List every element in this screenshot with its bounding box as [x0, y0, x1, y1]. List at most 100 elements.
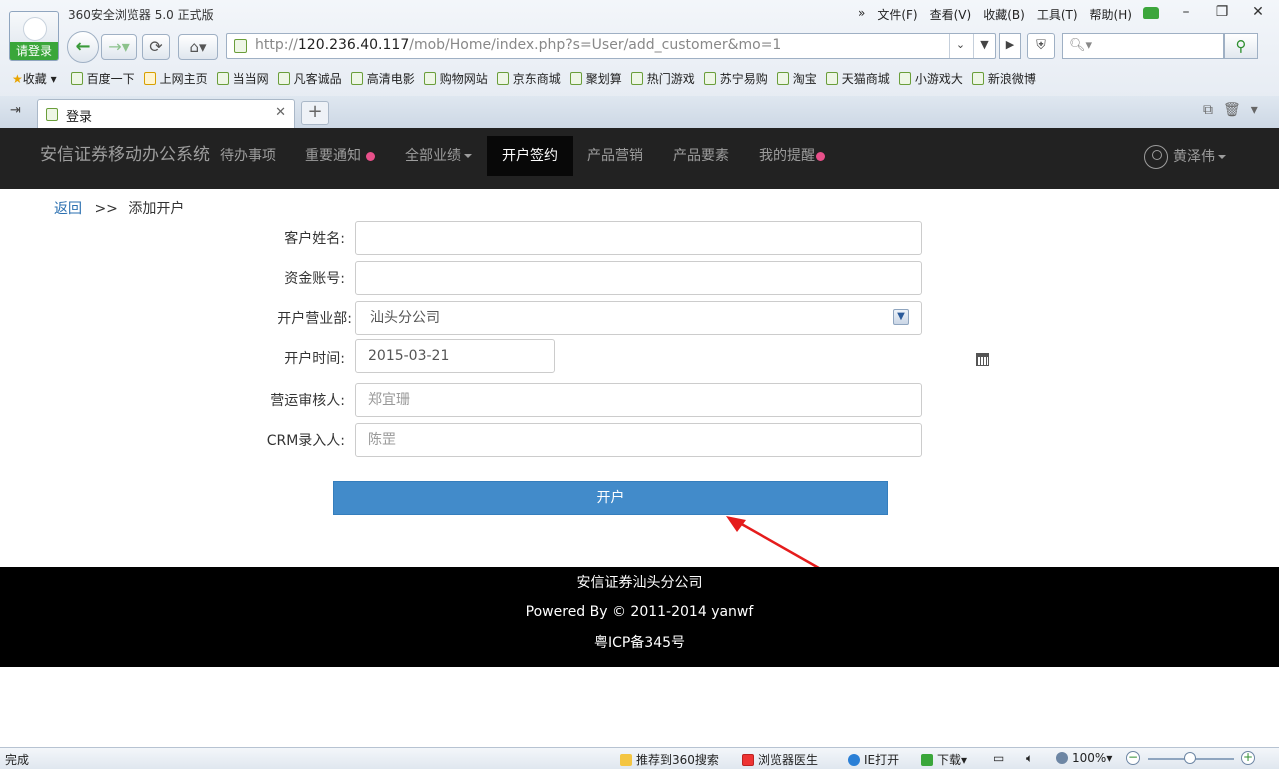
ie-page-icon — [703, 72, 716, 85]
thumb-icon — [620, 753, 632, 766]
bookmark-item[interactable]: 天猫商城 — [825, 70, 890, 87]
ie-page-icon — [971, 72, 984, 85]
address-bar[interactable]: http://120.236.40.117/mob/Home/index.php… — [226, 33, 996, 59]
screen-icon[interactable]: ▭ — [993, 751, 1004, 765]
zoom-level[interactable]: 100% ▾ — [1056, 751, 1112, 765]
bookmark-item[interactable]: 京东商城 — [496, 70, 561, 87]
zoom-out-icon[interactable]: − — [1126, 751, 1140, 765]
address-history-icon[interactable]: ⌄ — [949, 34, 971, 58]
user-menu[interactable]: 黄泽伟 — [1144, 143, 1226, 171]
trash-icon[interactable]: 🗑︎▾ — [1223, 102, 1268, 118]
fund-account-input[interactable] — [355, 261, 922, 295]
downloads[interactable]: 下载 ▾ — [921, 751, 967, 768]
crm-entry-input[interactable]: 陈罡 — [355, 423, 922, 457]
search-button[interactable]: ⚲ — [1224, 33, 1258, 59]
customer-name-input[interactable] — [355, 221, 922, 255]
home-button[interactable]: ⌂▾ — [178, 34, 218, 60]
user-name: 黄泽伟 — [1173, 149, 1215, 165]
login-badge[interactable]: 请登录 — [10, 42, 58, 60]
home-icon: ⌂▾ — [189, 38, 207, 56]
status-text: 完成 — [5, 753, 30, 767]
menu-view[interactable]: 查看(V) — [930, 6, 972, 23]
bookmark-item[interactable]: 购物网站 — [423, 70, 488, 87]
nav-account-opening[interactable]: 开户签约 — [487, 136, 573, 176]
forward-button[interactable]: →▾ — [101, 34, 137, 60]
browser-doctor[interactable]: 浏览器医生 — [742, 751, 818, 768]
open-date-label: 开户时间: — [284, 351, 345, 367]
restore-icon[interactable]: ❐ — [1204, 2, 1240, 24]
open-date-input[interactable]: 2015-03-21 — [355, 339, 555, 373]
back-button[interactable]: ← — [67, 31, 99, 63]
bookmark-item[interactable]: 凡客诚品 — [277, 70, 342, 87]
security-shield-icon[interactable]: ⛨ — [1027, 33, 1055, 59]
menu-help[interactable]: 帮助(H) — [1090, 6, 1132, 23]
footer-powered: Powered By © 2011-2014 yanwf — [525, 604, 754, 620]
ie-page-icon — [423, 72, 436, 85]
ie-page-icon — [496, 72, 509, 85]
sidebar-toggle-icon[interactable]: ⇥ — [10, 103, 21, 118]
menu-file[interactable]: 文件(F) — [877, 6, 917, 23]
open-account-button[interactable]: 开户 — [333, 481, 888, 515]
url-text[interactable]: http://120.236.40.117/mob/Home/index.php… — [255, 37, 781, 53]
zoom-in-icon[interactable]: + — [1241, 751, 1255, 765]
medkit-icon — [742, 753, 754, 766]
ie-page-icon — [898, 72, 911, 85]
bookmark-item[interactable]: 小游戏大 — [898, 70, 963, 87]
minimize-icon[interactable]: – — [1168, 2, 1204, 24]
user-avatar[interactable]: 请登录 — [9, 11, 59, 61]
nav-product-marketing[interactable]: 产品营销 — [587, 136, 643, 176]
branch-select[interactable]: 汕头分公司 ▼ — [355, 301, 922, 335]
tab-login[interactable]: 登录 ✕ — [37, 99, 295, 128]
bookmark-item[interactable]: 当当网 — [216, 70, 269, 87]
go-icon[interactable]: ▶ — [999, 33, 1021, 59]
search-engine-icon[interactable]: 🔍︎▾ — [1069, 38, 1092, 53]
reviewer-label: 营运审核人: — [270, 393, 345, 409]
reload-button[interactable]: ⟳ — [142, 34, 170, 60]
recommend-360-search[interactable]: 推荐到360搜索 — [620, 751, 719, 768]
brand-title[interactable]: 安信证券移动办公系统 — [40, 140, 210, 165]
browser-title: 360安全浏览器 5.0 正式版 — [68, 8, 214, 22]
close-window-icon[interactable]: ✕ — [1240, 2, 1276, 24]
branch-selected-value: 汕头分公司 — [370, 310, 440, 326]
bookmark-item[interactable]: 上网主页 — [143, 70, 208, 87]
open-in-ie[interactable]: IE打开 — [848, 751, 899, 768]
reminder-dot-icon — [816, 151, 825, 161]
select-dropdown-icon[interactable]: ▼ — [893, 309, 909, 325]
menu-tools[interactable]: 工具(T) — [1037, 6, 1078, 23]
skin-shirt-icon[interactable] — [1143, 7, 1159, 19]
customer-name-label: 客户姓名: — [284, 231, 345, 247]
browser-chrome: 请登录 360安全浏览器 5.0 正式版 » 文件(F) 查看(V) 收藏(B)… — [0, 0, 1279, 128]
browser-menu-bar: » 文件(F) 查看(V) 收藏(B) 工具(T) 帮助(H) — [858, 6, 1132, 23]
nav-product-elements[interactable]: 产品要素 — [673, 136, 729, 176]
nav-notices[interactable]: 重要通知 — [305, 136, 375, 176]
avatar-placeholder-icon — [23, 17, 47, 41]
zoom-slider-handle[interactable] — [1184, 752, 1196, 764]
favorites-menu[interactable]: ★收藏 ▾ — [12, 70, 57, 87]
bookmark-item[interactable]: 聚划算 — [569, 70, 622, 87]
footer-icp: 粤ICP备345号 — [593, 635, 686, 651]
search-input[interactable]: 🔍︎▾ — [1062, 33, 1224, 59]
tab-close-icon[interactable]: ✕ — [275, 105, 286, 120]
tab-label: 登录 — [66, 110, 93, 125]
address-dropdown-icon[interactable]: ▼ — [973, 34, 995, 58]
menu-favorites[interactable]: 收藏(B) — [983, 6, 1025, 23]
bookmark-item[interactable]: 热门游戏 — [630, 70, 695, 87]
menu-more[interactable]: » — [858, 6, 865, 23]
volume-icon[interactable]: 🔈︎ — [1026, 751, 1033, 766]
bookmark-item[interactable]: 高清电影 — [350, 70, 415, 87]
bookmark-item[interactable]: 淘宝 — [776, 70, 817, 87]
user-icon — [1144, 145, 1168, 169]
bookmark-item[interactable]: 百度一下 — [70, 70, 135, 87]
nav-todo[interactable]: 待办事项 — [220, 136, 276, 176]
calendar-icon[interactable] — [976, 353, 989, 366]
reviewer-input[interactable]: 郑宜珊 — [355, 383, 922, 417]
bookmark-item[interactable]: 苏宁易购 — [703, 70, 768, 87]
new-tab-button[interactable]: + — [301, 101, 329, 125]
hao-icon — [143, 72, 156, 85]
forward-arrow-icon: →▾ — [108, 37, 130, 56]
bookmark-item[interactable]: 新浪微博 — [971, 70, 1036, 87]
restore-tabs-icon[interactable]: ⧉ — [1203, 102, 1223, 118]
back-link[interactable]: 返回 — [54, 201, 82, 217]
nav-performance[interactable]: 全部业绩 — [405, 136, 472, 176]
nav-reminders[interactable]: 我的提醒 — [759, 136, 825, 176]
